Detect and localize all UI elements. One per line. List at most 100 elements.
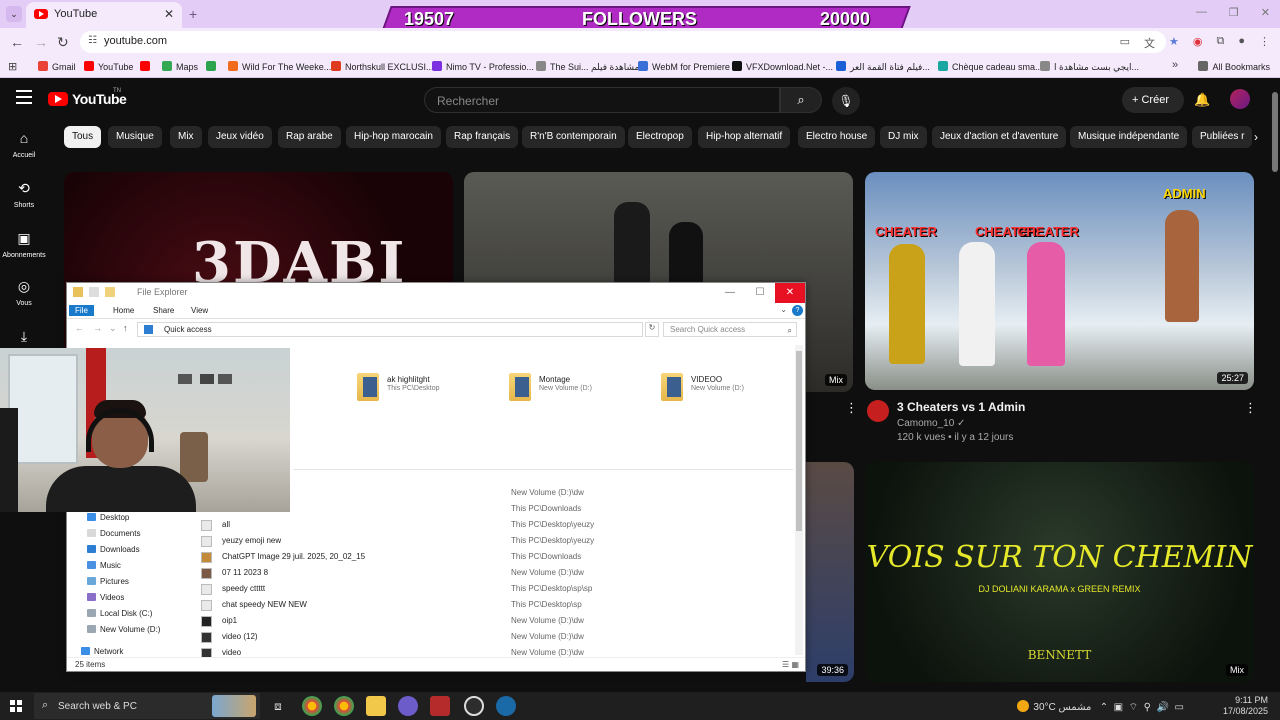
close-icon[interactable]: ✕ <box>775 283 805 303</box>
chip[interactable]: Jeux vidéo <box>208 126 272 148</box>
reload-icon[interactable]: ↻ <box>57 34 69 51</box>
app-taskbar-icon[interactable] <box>398 696 418 716</box>
chip[interactable]: Musique <box>108 126 162 148</box>
recent-file-row[interactable]: ChatGPT Image 29 juil. 2025, 20_02_15 Thi… <box>201 551 801 565</box>
maximize-icon[interactable]: ☐ <box>745 283 775 303</box>
chip[interactable]: Publiées r <box>1192 126 1253 148</box>
minimize-icon[interactable]: — <box>715 283 745 303</box>
nav-item-pictures[interactable]: Pictures <box>87 577 129 586</box>
install-app-icon[interactable]: ▭ <box>1120 35 1130 51</box>
explorer-scrollbar[interactable] <box>795 345 803 655</box>
pinned-folder[interactable]: Montage New Volume (D:) <box>509 371 649 405</box>
tab-search-button[interactable]: ⌄ <box>6 6 22 22</box>
more-actions-icon[interactable]: ⋮ <box>845 400 858 416</box>
guide-item-subscriptions[interactable]: ▣ Abonnements <box>0 230 48 259</box>
scrollbar-thumb[interactable] <box>1272 92 1278 172</box>
bookmark-item[interactable]: VFXDownload.Net -... <box>732 61 833 72</box>
chip[interactable]: Hip-hop alternatif <box>698 126 791 148</box>
channel-avatar[interactable] <box>867 400 889 422</box>
notifications-bell-icon[interactable]: 🔔 <box>1194 92 1210 108</box>
recent-file-row[interactable]: all <box>201 519 801 533</box>
chrome-taskbar-icon[interactable] <box>302 696 322 716</box>
explorer-path-bar[interactable]: Quick access <box>137 322 643 337</box>
scrollbar-thumb[interactable] <box>796 351 802 531</box>
chrome-taskbar-icon[interactable] <box>334 696 354 716</box>
bookmark-item[interactable]: Nimo TV - Professio... <box>432 61 534 72</box>
bookmark-item[interactable] <box>140 61 154 72</box>
up-icon[interactable]: ↑ <box>123 323 128 333</box>
chip[interactable]: Hip-hop marocain <box>346 126 441 148</box>
properties-icon[interactable] <box>89 287 99 297</box>
nav-item-videos[interactable]: Videos <box>87 593 124 602</box>
back-icon[interactable]: ← <box>75 323 84 333</box>
back-icon[interactable]: ← <box>10 34 24 50</box>
tray-app-icon[interactable]: ▣ <box>1114 702 1123 713</box>
extension-icon[interactable]: ◉ <box>1193 35 1203 51</box>
file-explorer-taskbar-icon[interactable] <box>366 696 386 716</box>
page-scrollbar[interactable] <box>1270 78 1280 690</box>
chip[interactable]: Rap français <box>446 126 519 148</box>
chrome-menu-icon[interactable]: ⋮ <box>1259 35 1270 51</box>
recent-file-row[interactable]: speedy cttttt This PC\Desktop\sp\sp <box>201 583 801 597</box>
profile-icon[interactable]: ● <box>1238 35 1245 51</box>
chip[interactable]: DJ mix <box>880 126 927 148</box>
close-tab-icon[interactable]: ✕ <box>164 7 174 21</box>
more-actions-icon[interactable]: ⋮ <box>1244 400 1257 416</box>
chip[interactable]: Tous <box>64 126 102 148</box>
bookmark-item[interactable]: The Sui... مشاهدة فيلم <box>536 61 639 73</box>
windows-start-icon[interactable] <box>10 700 22 712</box>
battery-icon[interactable]: ▭ <box>1175 702 1184 713</box>
new-tab-icon[interactable]: + <box>189 6 197 22</box>
browser-tab-youtube[interactable]: YouTube ✕ <box>26 2 182 28</box>
chip[interactable]: Rap arabe <box>278 126 341 148</box>
ribbon-tab-share[interactable]: Share <box>147 305 180 316</box>
nav-item-downloads[interactable]: Downloads <box>87 545 140 554</box>
minimize-icon[interactable]: — <box>1196 6 1207 19</box>
bookmark-item[interactable] <box>206 61 220 72</box>
account-avatar[interactable] <box>1230 89 1250 109</box>
restore-icon[interactable]: ❐ <box>1229 6 1239 19</box>
recent-file-row[interactable]: video (12) New Volume (D:)\dw <box>201 631 801 645</box>
bookmark-item[interactable]: Chèque cadeau sma... <box>938 61 1043 72</box>
pinned-folder[interactable]: VIDEOO New Volume (D:) <box>661 371 801 405</box>
nav-item-documents[interactable]: Documents <box>87 529 140 538</box>
ribbon-tab-view[interactable]: View <box>185 305 214 316</box>
bookmark-item[interactable]: YouTube <box>84 61 133 72</box>
bookmark-item[interactable]: Maps <box>162 61 198 72</box>
chip[interactable]: Jeux d'action et d'aventure <box>932 126 1067 148</box>
steam-taskbar-icon[interactable] <box>496 696 516 716</box>
recent-file-row[interactable]: yeuzy emoji new This PC\Desktop\yeuzy <box>201 535 801 549</box>
chip[interactable]: R'n'B contemporain <box>522 126 625 148</box>
help-icon[interactable]: ? <box>792 305 803 316</box>
forward-icon[interactable]: → <box>93 323 102 333</box>
taskbar-clock[interactable]: 9:11 PM 17/08/2025 <box>1223 695 1268 717</box>
guide-menu-icon[interactable] <box>16 90 32 104</box>
taskbar-search-box[interactable]: ⌕ Search web & PC <box>34 693 260 719</box>
guide-item-downloads[interactable]: ⤓ <box>0 328 48 350</box>
chip[interactable]: Electropop <box>628 126 692 148</box>
chip[interactable]: Mix <box>170 126 202 148</box>
all-bookmarks-button[interactable]: All Bookmarks <box>1198 61 1270 72</box>
guide-item-shorts[interactable]: ⟲ Shorts <box>0 180 48 209</box>
close-window-icon[interactable]: ✕ <box>1261 6 1270 19</box>
explorer-titlebar[interactable]: File Explorer — ☐ ✕ <box>67 283 805 303</box>
forward-icon[interactable]: → <box>34 34 48 50</box>
new-folder-icon[interactable] <box>105 287 115 297</box>
folder-icon[interactable] <box>73 287 83 297</box>
recent-file-row[interactable]: 07 11 2023 8 New Volume (D:)\dw <box>201 567 801 581</box>
bookmark-item[interactable]: WebM for Premiere <box>638 61 730 72</box>
channel-name[interactable]: Camomo_10 ✓ <box>897 418 965 429</box>
view-mode-icons[interactable]: ☰ ▦ <box>782 660 799 669</box>
search-input[interactable]: Rechercher <box>424 87 780 113</box>
nav-item-local-disk[interactable]: Local Disk (C:) <box>87 609 152 618</box>
bookmark-item[interactable]: Wild For The Weeke... <box>228 61 331 72</box>
apps-grid-icon[interactable]: ⊞ <box>8 60 17 73</box>
guide-item-you[interactable]: ◎ Vous <box>0 278 48 307</box>
task-view-icon[interactable]: ⧈ <box>268 696 288 716</box>
omnibox[interactable]: ☷ youtube.com <box>80 31 1166 53</box>
recent-file-row[interactable]: oip1 New Volume (D:)\dw <box>201 615 801 629</box>
video-thumbnail[interactable]: CHEATER CHEATER CHEATER ADMIN 25:27 <box>865 172 1254 390</box>
extensions-puzzle-icon[interactable]: ⧉ <box>1216 35 1224 51</box>
nav-item-new-volume[interactable]: New Volume (D:) <box>87 625 160 634</box>
video-title[interactable]: 3 Cheaters vs 1 Admin <box>897 400 1025 414</box>
